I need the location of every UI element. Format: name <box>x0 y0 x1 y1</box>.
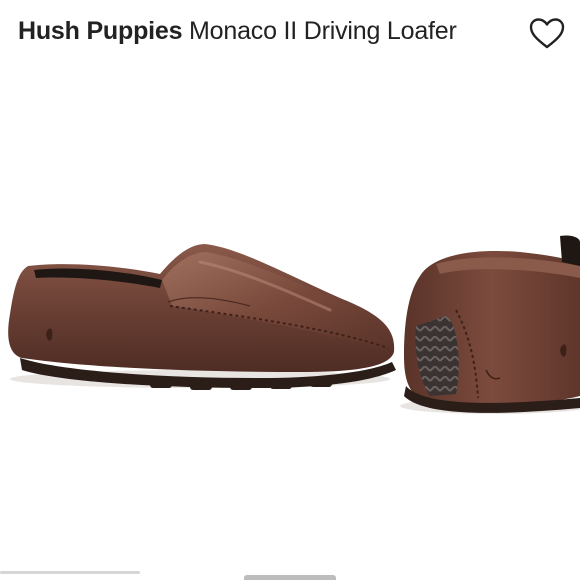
carousel-track <box>0 571 140 574</box>
left-loafer <box>8 244 396 390</box>
product-image[interactable] <box>0 66 580 562</box>
product-title: Hush Puppies Monaco II Driving Loafer <box>18 14 457 48</box>
heart-outline-icon <box>529 18 565 49</box>
product-page: Hush Puppies Monaco II Driving Loafer <box>0 0 580 580</box>
carousel-thumb[interactable] <box>244 575 336 580</box>
favorite-button[interactable] <box>527 14 567 54</box>
brand-name: Hush Puppies <box>18 17 183 45</box>
product-header: Hush Puppies Monaco II Driving Loafer <box>0 0 580 66</box>
product-name: Monaco II Driving Loafer <box>189 17 457 45</box>
loafer-photo <box>8 235 580 414</box>
right-loafer <box>400 235 580 414</box>
